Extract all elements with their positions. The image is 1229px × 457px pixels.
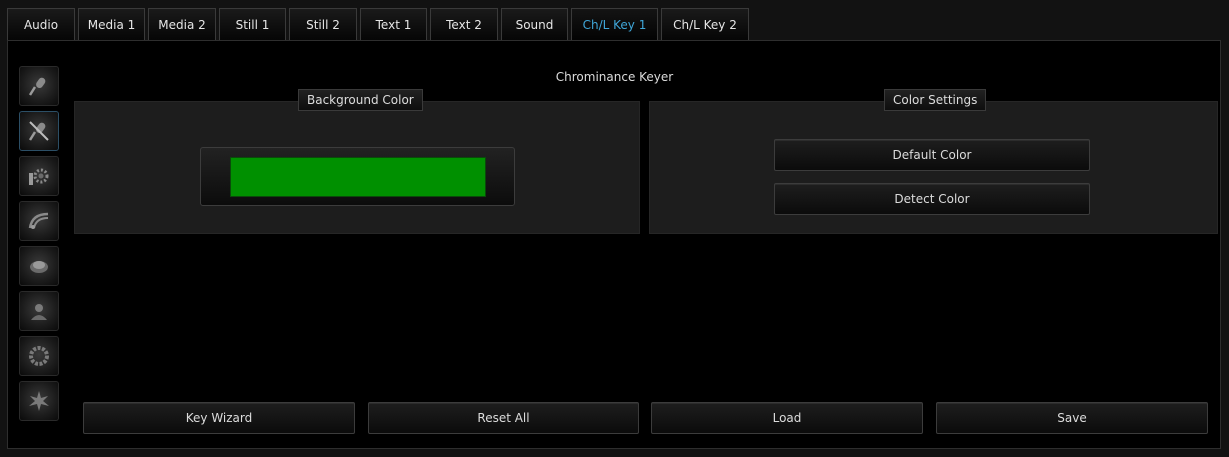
load-button[interactable]: Load <box>651 402 923 434</box>
tab-ch-l-key-2[interactable]: Ch/L Key 2 <box>661 8 749 41</box>
key-wizard-button[interactable]: Key Wizard <box>83 402 355 434</box>
tab-media-1[interactable]: Media 1 <box>78 8 145 41</box>
background-color-label: Background Color <box>298 89 423 111</box>
person-icon-glyph <box>31 304 47 320</box>
splash-icon[interactable] <box>19 381 59 421</box>
tab-still-2[interactable]: Still 2 <box>289 8 357 41</box>
gear-icon[interactable] <box>19 156 59 196</box>
tab-ch-l-key-1[interactable]: Ch/L Key 1 <box>571 8 658 41</box>
ring-icon[interactable] <box>19 336 59 376</box>
tab-text-2[interactable]: Text 2 <box>430 8 498 41</box>
page-title: Chrominance Keyer <box>555 70 674 84</box>
ring-icon-glyph <box>29 346 49 366</box>
default-color-button[interactable]: Default Color <box>774 139 1090 171</box>
detect-color-button[interactable]: Detect Color <box>774 183 1090 215</box>
key-color-swatch <box>230 157 486 197</box>
tab-audio[interactable]: Audio <box>7 8 75 41</box>
splash-icon-glyph <box>29 391 49 411</box>
person-icon[interactable] <box>19 291 59 331</box>
disc-icon[interactable] <box>19 246 59 286</box>
satellite-dish-icon[interactable] <box>19 201 59 241</box>
disc-icon-glyph <box>30 261 48 273</box>
tab-text-1[interactable]: Text 1 <box>360 8 427 41</box>
tab-bar: Audio Media 1 Media 2 Still 1 Still 2 Te… <box>7 8 1221 41</box>
gear-icon-glyph <box>29 168 49 185</box>
tab-media-2[interactable]: Media 2 <box>148 8 216 41</box>
tab-sound[interactable]: Sound <box>501 8 568 41</box>
no-microphone-icon[interactable] <box>19 111 59 151</box>
color-swatch-button[interactable] <box>200 147 515 206</box>
sidebar <box>19 66 61 421</box>
color-settings-label: Color Settings <box>884 89 987 111</box>
tab-still-1[interactable]: Still 1 <box>219 8 286 41</box>
save-button[interactable]: Save <box>936 402 1208 434</box>
reset-all-button[interactable]: Reset All <box>368 402 639 434</box>
no-microphone-icon-glyph <box>28 121 49 141</box>
satellite-dish-icon-glyph <box>28 212 49 229</box>
